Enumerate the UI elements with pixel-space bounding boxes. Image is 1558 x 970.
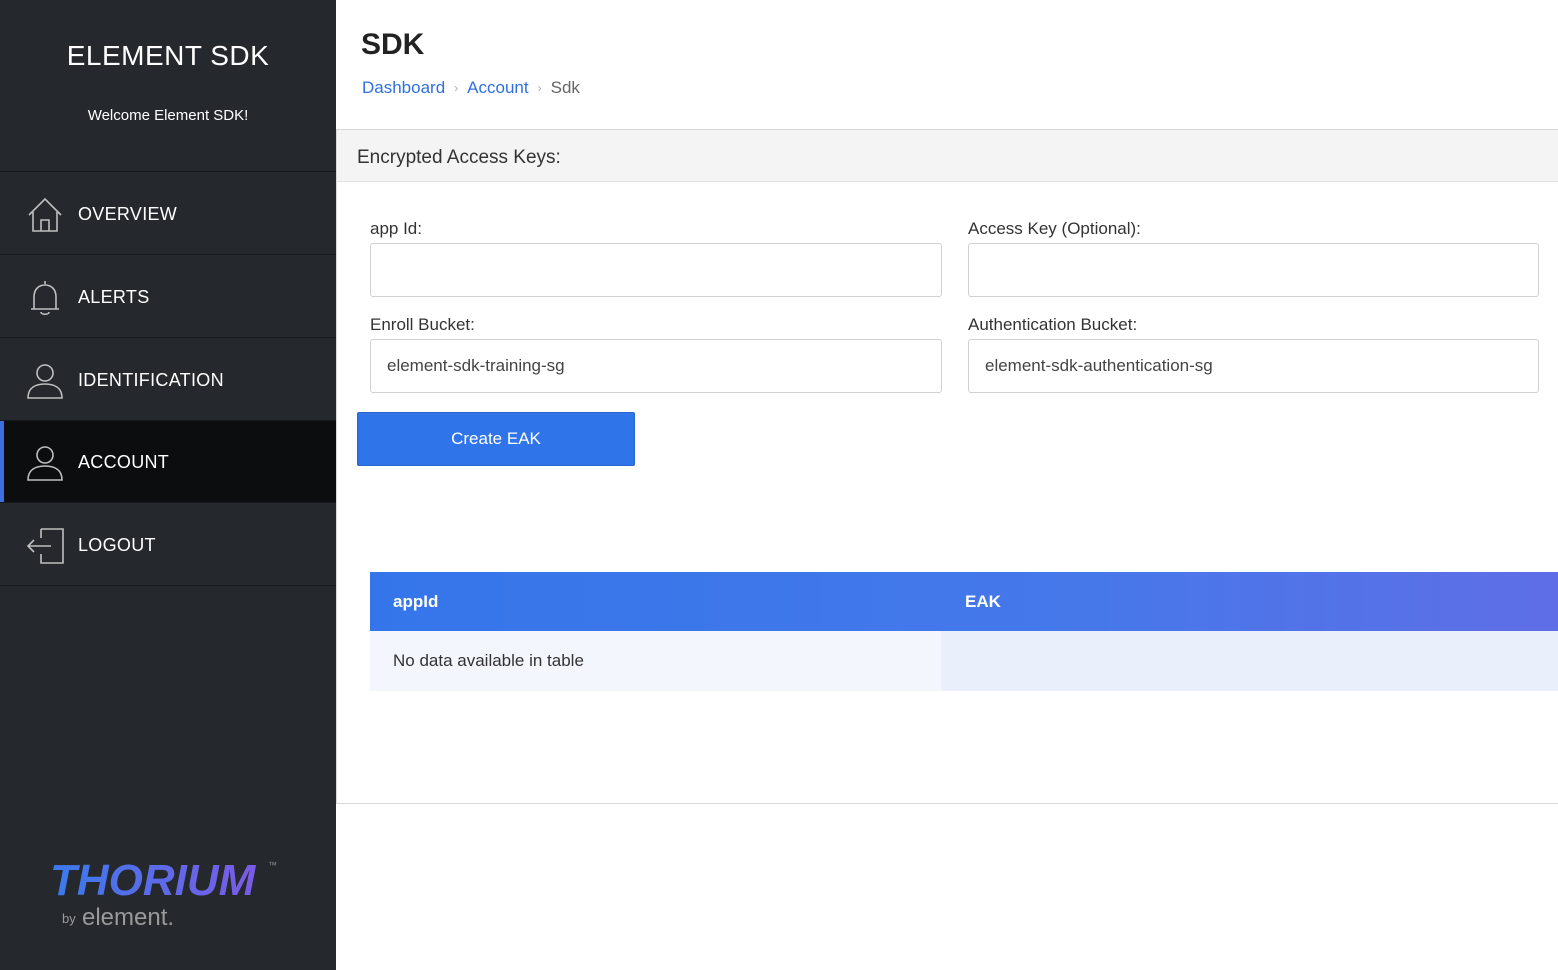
table-row: No data available in table: [370, 631, 1558, 691]
user-icon: [27, 446, 63, 481]
empty-table-message: No data available in table: [370, 631, 941, 691]
sidebar-item-identification[interactable]: IDENTIFICATION: [0, 339, 336, 421]
sidebar-item-label: ALERTS: [78, 287, 150, 307]
app-id-input[interactable]: [370, 243, 942, 297]
table-cell: [941, 631, 1558, 691]
thorium-logo: THORIUM ™ by element.: [50, 856, 277, 931]
card-header: Encrypted Access Keys:: [337, 130, 1558, 182]
card-title: Encrypted Access Keys:: [357, 147, 561, 168]
enroll-bucket-input[interactable]: [370, 339, 942, 393]
main-content: SDK Dashboard › Account › Sdk Encrypted …: [336, 0, 1558, 970]
table-header: appId EAK: [370, 572, 1558, 631]
sidebar-item-account[interactable]: ACCOUNT: [0, 421, 336, 503]
page-title: SDK: [361, 28, 425, 61]
column-header-appid[interactable]: appId: [393, 572, 438, 631]
sidebar-item-label: LOGOUT: [78, 535, 156, 555]
sidebar-brand: ELEMENT SDK Welcome Element SDK!: [0, 0, 336, 172]
app-title: ELEMENT SDK: [66, 40, 270, 71]
sidebar-item-label: ACCOUNT: [78, 452, 170, 472]
welcome-message: Welcome Element SDK!: [87, 107, 249, 124]
breadcrumb: Dashboard › Account › Sdk: [362, 78, 580, 98]
breadcrumb-dashboard-link[interactable]: Dashboard: [362, 78, 445, 98]
column-header-eak[interactable]: EAK: [965, 572, 1001, 631]
logout-icon: [26, 528, 64, 564]
eak-table: appId EAK No data available in table: [370, 572, 1558, 691]
sidebar-item-logout[interactable]: LOGOUT: [0, 504, 336, 586]
bell-icon: [31, 281, 59, 316]
authentication-bucket-label: Authentication Bucket:: [968, 315, 1138, 334]
sidebar-item-label: OVERVIEW: [78, 204, 178, 224]
sidebar-item-overview[interactable]: OVERVIEW: [0, 173, 336, 255]
logo-trademark: ™: [268, 860, 277, 870]
home-icon: [28, 197, 62, 232]
sidebar: ELEMENT SDK Welcome Element SDK! OVERVIE…: [0, 0, 336, 970]
enroll-bucket-label: Enroll Bucket:: [370, 315, 475, 334]
logo-wordmark: THORIUM: [50, 856, 257, 905]
breadcrumb-current: Sdk: [550, 78, 580, 97]
create-eak-button[interactable]: Create EAK: [357, 412, 635, 466]
logo-by: by: [62, 911, 76, 926]
breadcrumb-separator: ›: [454, 81, 459, 95]
user-icon: [27, 364, 63, 399]
breadcrumb-separator: ›: [537, 81, 542, 95]
breadcrumb-account-link[interactable]: Account: [467, 78, 528, 98]
eak-card: Encrypted Access Keys: app Id: Access Ke…: [336, 129, 1558, 804]
logo-company: element.: [82, 904, 174, 931]
access-key-label: Access Key (Optional):: [968, 219, 1141, 238]
authentication-bucket-input[interactable]: [968, 339, 1539, 393]
app-id-label: app Id:: [370, 219, 422, 238]
access-key-input[interactable]: [968, 243, 1539, 297]
sidebar-item-alerts[interactable]: ALERTS: [0, 256, 336, 338]
sidebar-item-label: IDENTIFICATION: [78, 370, 224, 390]
app: ELEMENT SDK Welcome Element SDK! OVERVIE…: [0, 0, 1558, 970]
